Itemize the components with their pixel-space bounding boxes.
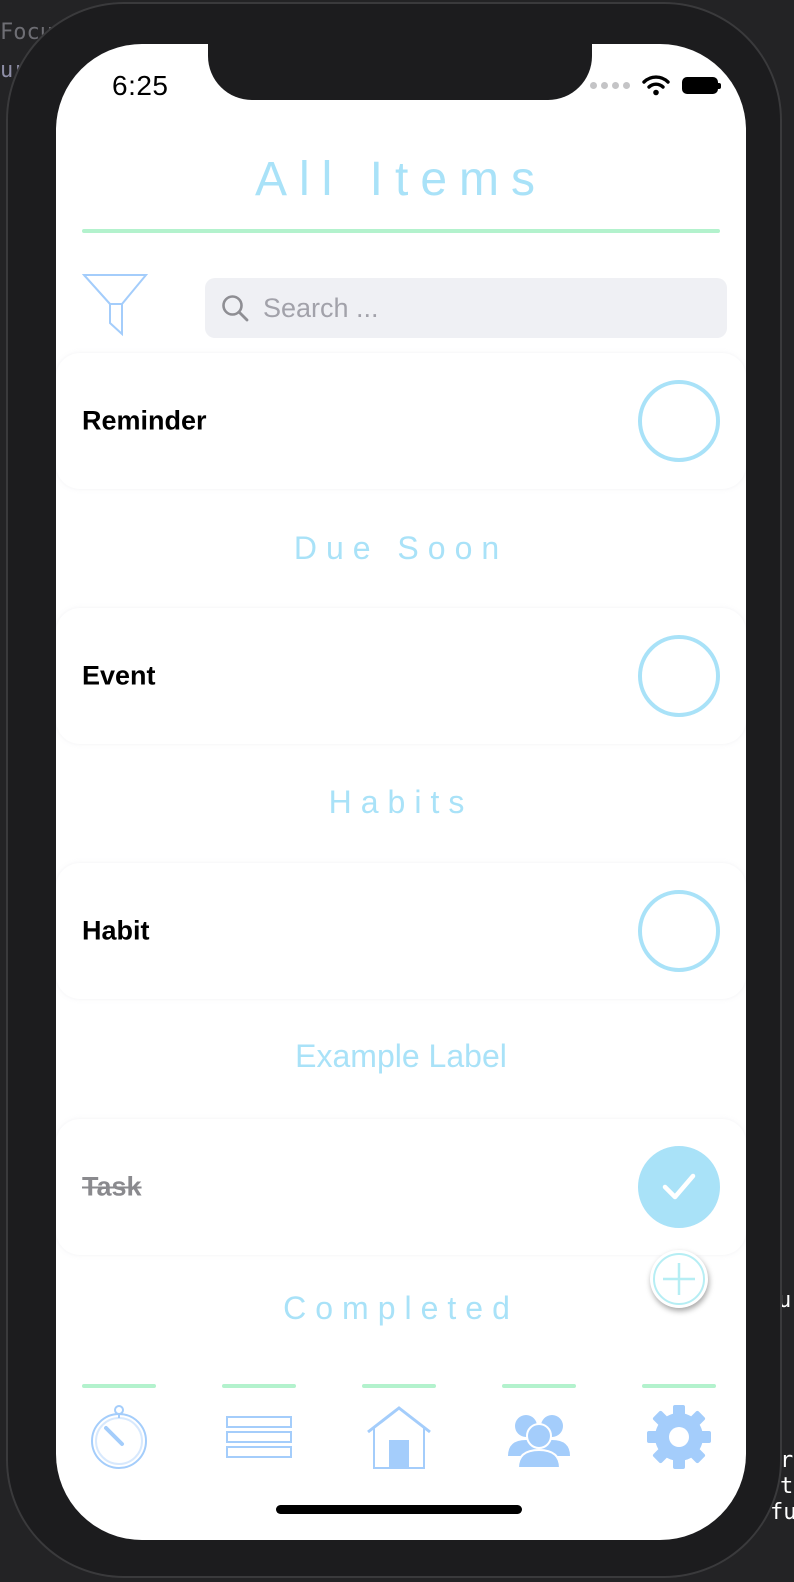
background-editor-text: t xyxy=(780,1474,794,1499)
list-item[interactable]: Reminder xyxy=(56,353,746,489)
search-bar[interactable] xyxy=(205,278,727,338)
tab-people[interactable] xyxy=(502,1384,576,1484)
section-header: Habits xyxy=(328,784,474,820)
people-icon xyxy=(508,1415,570,1469)
timer-icon xyxy=(91,1405,147,1469)
complete-toggle[interactable] xyxy=(638,1146,720,1228)
checkmark-icon xyxy=(662,1173,696,1200)
item-label: Habit xyxy=(82,915,150,946)
list-item[interactable]: Task xyxy=(56,1119,746,1255)
search-icon xyxy=(222,295,249,322)
list-item[interactable]: Habit xyxy=(56,863,746,999)
tab-indicator xyxy=(222,1384,296,1388)
background-editor-text: fu xyxy=(770,1500,794,1525)
signal-icon xyxy=(590,81,630,89)
notch xyxy=(208,44,592,100)
tab-indicator xyxy=(362,1384,436,1388)
home-icon xyxy=(367,1406,431,1469)
item-label: Event xyxy=(82,660,156,691)
wifi-icon xyxy=(642,75,670,96)
tab-list[interactable] xyxy=(222,1384,296,1484)
item-label: Reminder xyxy=(82,405,207,436)
complete-toggle[interactable] xyxy=(638,890,720,972)
status-time: 6:25 xyxy=(112,70,169,101)
tab-indicator xyxy=(82,1384,156,1388)
complete-toggle[interactable] xyxy=(638,635,720,717)
phone-frame: 6:25 All Items Reminder xyxy=(6,2,782,1578)
list-item[interactable]: Event xyxy=(56,608,746,744)
tab-settings[interactable] xyxy=(642,1384,716,1484)
tab-indicator xyxy=(502,1384,576,1388)
battery-icon xyxy=(682,76,721,94)
section-header: Example Label xyxy=(295,1038,507,1074)
page-title: All Items xyxy=(254,153,548,206)
tab-timer[interactable] xyxy=(82,1384,156,1484)
tab-indicator xyxy=(642,1384,716,1388)
section-header: Due Soon xyxy=(293,530,509,566)
section-header: Completed xyxy=(283,1290,519,1326)
app-screen: 6:25 All Items Reminder xyxy=(56,44,746,1540)
tab-bar xyxy=(56,1384,746,1494)
home-indicator[interactable] xyxy=(276,1505,522,1514)
list-icon xyxy=(226,1416,292,1458)
filter-icon[interactable] xyxy=(82,272,148,338)
title-underline xyxy=(82,229,720,233)
item-label: Task xyxy=(82,1171,142,1202)
status-indicators xyxy=(590,74,721,96)
search-input[interactable] xyxy=(261,291,705,325)
tab-home[interactable] xyxy=(362,1384,436,1484)
complete-toggle[interactable] xyxy=(638,380,720,462)
gear-icon xyxy=(647,1405,711,1469)
